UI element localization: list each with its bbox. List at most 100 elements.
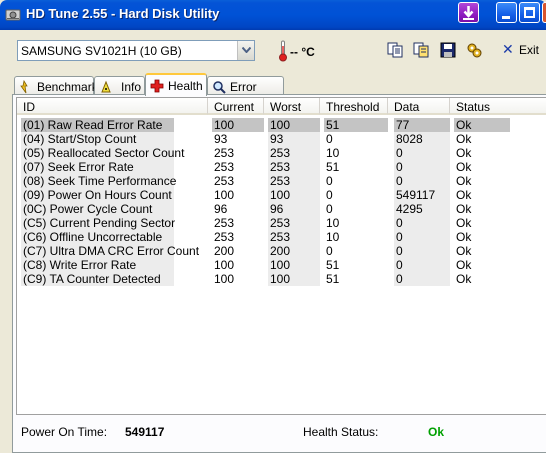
table-row[interactable]: (09) Power On Hours Count 100 100 0 549117 Ok [17,188,546,202]
table-row[interactable]: (04) Start/Stop Count 93 93 0 8028 Ok [17,132,546,146]
drive-select[interactable]: SAMSUNG SV1021H (10 GB) [17,40,255,61]
cell-id: (04) Start/Stop Count [21,132,174,146]
cell-data: 0 [394,146,450,160]
table-row[interactable]: (C8) Write Error Rate 100 100 51 0 Ok [17,258,546,272]
table-row[interactable]: (08) Seek Time Performance 253 253 0 0 Ok [17,174,546,188]
down-arrow-icon [463,6,474,20]
temperature-readout: -- °C [290,45,315,59]
table-row[interactable]: (01) Raw Read Error Rate 100 100 51 77 Ok [17,118,546,132]
table-row[interactable]: (0C) Power Cycle Count 96 96 0 4295 Ok [17,202,546,216]
cell-status: Ok [456,174,472,188]
tab-benchmark[interactable]: Benchmark [14,76,98,95]
cell-threshold: 0 [326,132,333,146]
close-button[interactable] [542,2,546,23]
cell-status: Ok [456,258,472,272]
cell-status: Ok [456,272,472,286]
cell-worst: 253 [268,146,320,160]
hd-tune-app-icon[interactable] [5,7,21,23]
cell-status: Ok [456,202,472,216]
cell-id: (09) Power On Hours Count [21,188,174,202]
cell-data: 4295 [394,202,450,216]
health-cross-icon [150,79,164,93]
exit-x-icon: ✕ [502,41,514,57]
cell-id: (C7) Ultra DMA CRC Error Count [21,244,200,258]
cell-threshold: 10 [326,146,340,160]
column-header-status[interactable]: Status [450,98,546,115]
cell-data: 8028 [394,132,450,146]
tab-error-scan[interactable]: Error Scan [207,76,284,108]
cell-current: 100 [214,188,235,202]
tab-info-label: Info [121,80,142,94]
cell-current: 96 [214,202,228,216]
cell-status: Ok [456,216,472,230]
cell-data: 549117 [394,188,450,202]
chevron-down-icon [242,47,251,53]
table-row[interactable]: (C9) TA Counter Detected 100 100 51 0 Ok [17,272,546,286]
cell-current: 253 [214,216,235,230]
cell-data: 0 [394,244,450,258]
cell-worst: 253 [268,230,320,244]
minimize-button[interactable] [496,2,517,23]
cell-current: 253 [214,174,235,188]
title-bar: HD Tune 2.55 - Hard Disk Utility [0,0,546,30]
copy-icon[interactable] [386,41,404,59]
cell-id: (C5) Current Pending Sector [21,216,176,230]
window-title: HD Tune 2.55 - Hard Disk Utility [26,6,220,21]
drive-select-value: SAMSUNG SV1021H (10 GB) [21,44,182,58]
smart-attributes-table[interactable]: ID Current Worst Threshold Data Status (… [16,97,546,415]
cell-id: (01) Raw Read Error Rate [21,118,174,132]
table-row[interactable]: (C7) Ultra DMA CRC Error Count 200 200 0 0 Ok [17,244,546,258]
minimize-icon [502,16,510,19]
maximize-icon [524,7,535,18]
cell-threshold: 10 [326,216,340,230]
health-status-value: Ok [428,425,445,439]
cell-worst: 100 [268,188,320,202]
health-status-label: Health Status: [303,425,379,439]
cell-current: 253 [214,146,235,160]
cell-threshold: 51 [324,118,388,132]
cell-threshold: 0 [326,188,333,202]
table-row[interactable]: (05) Reallocated Sector Count 253 253 10 0 Ok [17,146,546,160]
drive-select-dropdown-button[interactable] [237,41,254,60]
table-row[interactable]: (07) Seek Error Rate 253 253 51 0 Ok [17,160,546,174]
cell-threshold: 51 [326,272,340,286]
tab-benchmark-label: Benchmark [37,80,98,94]
column-header-id[interactable]: ID [17,98,208,115]
cell-worst: 200 [268,244,320,258]
cell-data: 77 [394,118,450,132]
power-on-label: Power On Time: [21,425,108,439]
tab-health[interactable]: Health [145,73,207,96]
copy-all-icon[interactable] [412,41,430,59]
benchmark-icon [20,80,28,94]
save-icon[interactable] [439,41,457,59]
save-screenshot-button[interactable] [458,2,479,23]
cell-id: (08) Seek Time Performance [21,174,177,188]
cell-status: Ok [456,230,472,244]
cell-worst: 96 [268,202,320,216]
table-row[interactable]: (C5) Current Pending Sector 253 253 10 0 Ok [17,216,546,230]
tab-info[interactable]: Info [94,76,145,95]
cell-threshold: 51 [326,258,340,272]
column-header-data[interactable]: Data [388,98,450,115]
info-icon [101,80,111,93]
cell-worst: 100 [268,272,320,286]
cell-data: 0 [394,272,450,286]
cell-data: 0 [394,160,450,174]
cell-id: (07) Seek Error Rate [21,160,174,174]
power-on-value: 549117 [125,425,165,439]
thermometer-icon [279,40,287,62]
error-scan-icon [213,81,226,94]
options-icon[interactable] [465,41,483,59]
cell-threshold: 0 [326,244,333,258]
cell-current: 253 [214,230,235,244]
table-row[interactable]: (C6) Offline Uncorrectable 253 253 10 0 Ok [17,230,546,244]
tab-health-label: Health [168,79,203,93]
column-header-threshold[interactable]: Threshold [320,98,388,115]
maximize-button[interactable] [519,2,540,23]
column-header-worst[interactable]: Worst [264,98,320,115]
cell-worst: 93 [268,132,320,146]
column-header-current[interactable]: Current [208,98,264,115]
cell-status: Ok [456,244,472,258]
cell-current: 253 [214,160,235,174]
cell-data: 0 [394,174,450,188]
